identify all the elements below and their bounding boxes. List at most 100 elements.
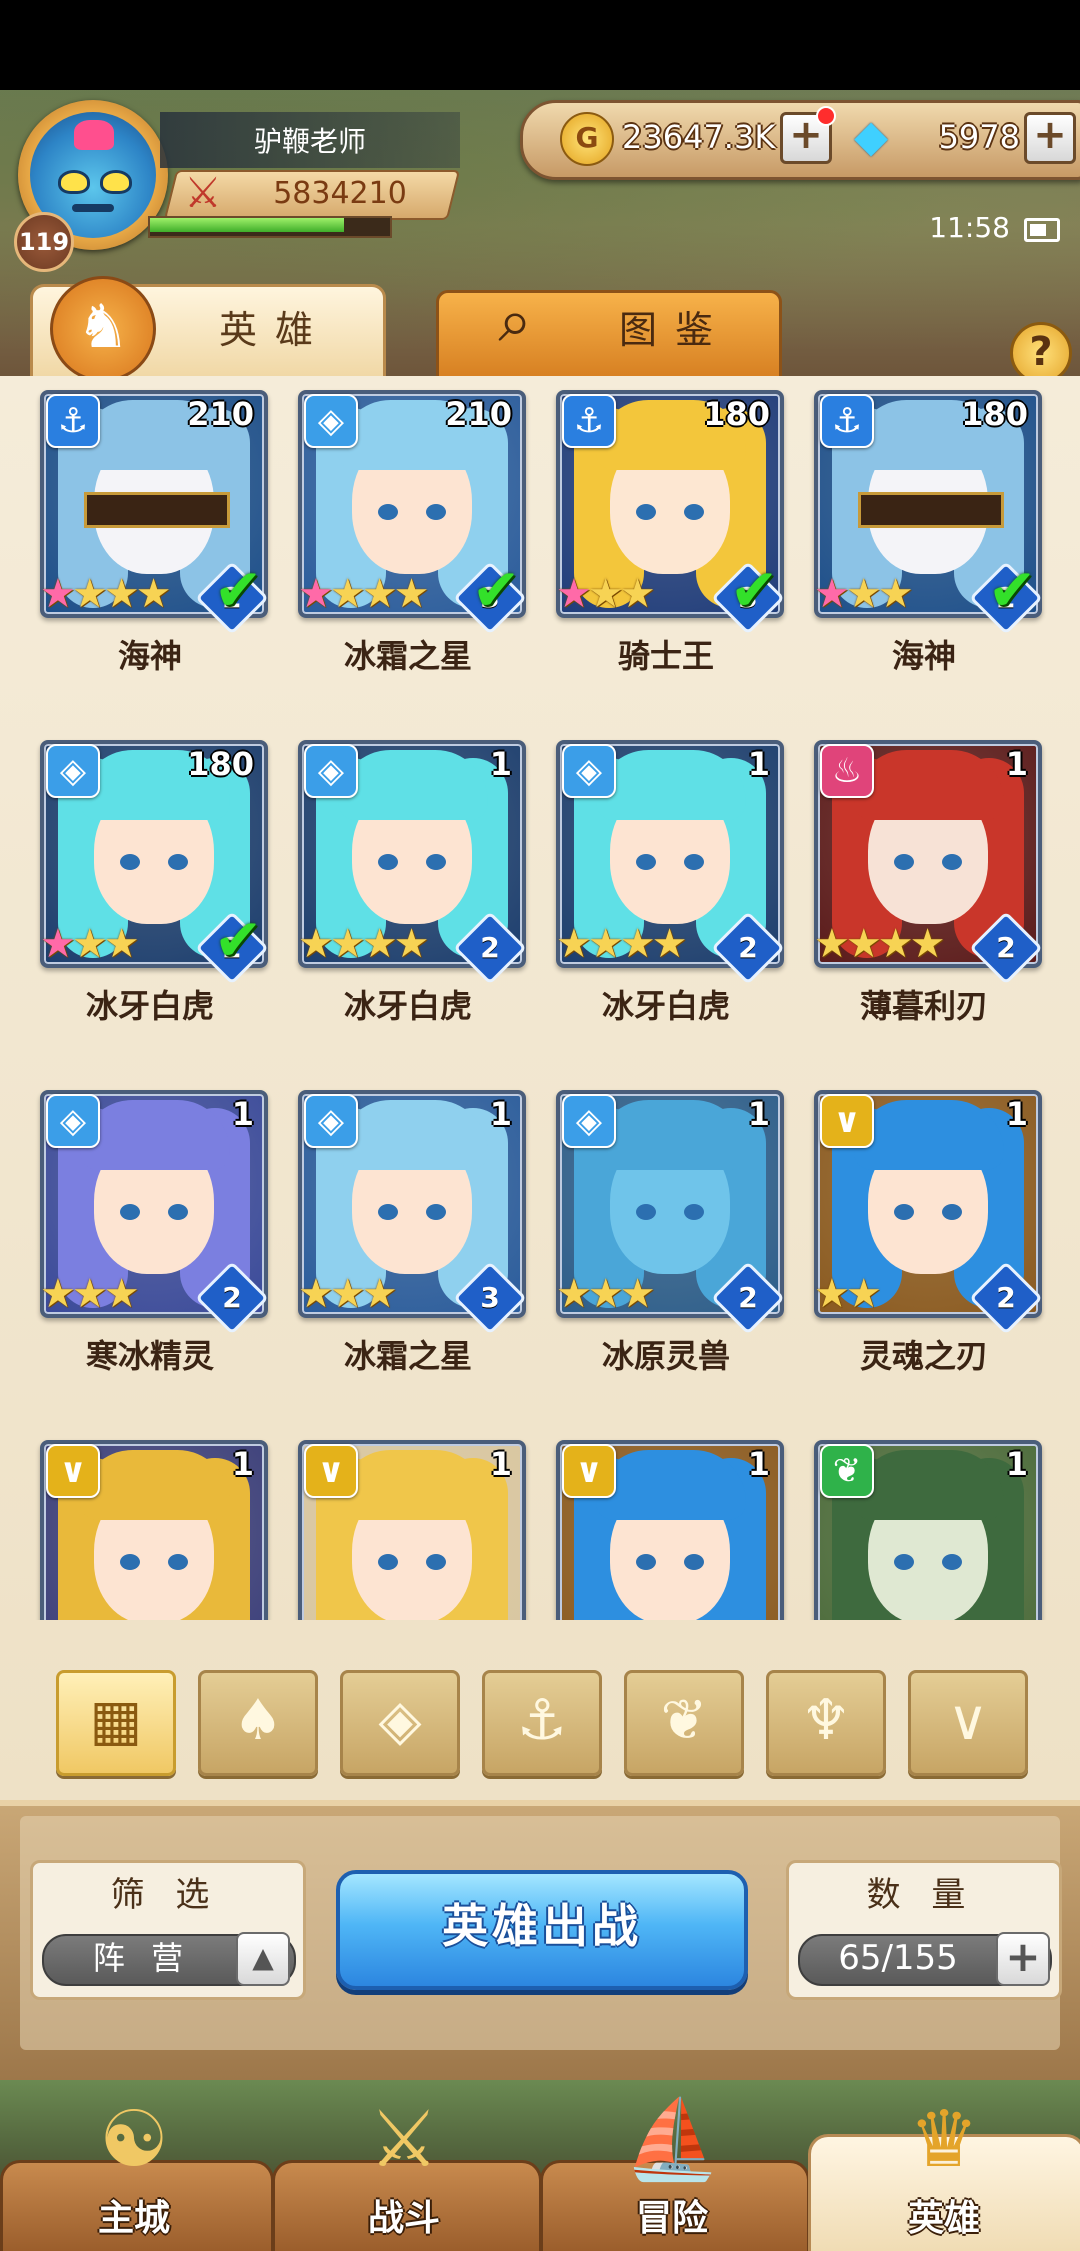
star-icon: ★ [40,571,76,617]
checkmark-icon: ✔ [213,906,263,974]
hero-card[interactable]: ◈ 1 ★★★ 2 寒冰精灵 [20,1080,280,1400]
star-icon: ★ [40,921,76,967]
hero-stars: ★★★ [814,571,914,617]
nav-adventure-label: 冒险 [635,2198,708,2239]
chevron-up-icon[interactable]: ▲ [236,1932,290,1986]
nav-heroes-label: 英雄 [907,2198,980,2239]
avatar-eye [100,170,132,194]
hero-stars: ★★★★ [556,921,687,967]
hero-eye [636,1204,656,1220]
hero-rank: 2 [996,1281,1016,1314]
star-icon: ★ [71,921,108,967]
hero-card[interactable]: ⚓ 210 ★★★★ 2 ✔ 海神 [20,380,280,700]
hero-card[interactable]: ◈ 1 ★★★★ 2 冰牙白虎 [278,730,538,1050]
hero-stars: ★★★★ [298,571,429,617]
star-icon: ★ [845,1271,882,1317]
gold-amount: 23647.3K [622,118,776,156]
hero-eye [378,1204,398,1220]
tab-heroes-label: 英雄 [218,308,331,352]
hero-card[interactable]: ∨ 1 [20,1430,280,1620]
ice-faction-icon: ◈ [304,394,358,448]
hero-level: 1 [489,745,512,783]
player-level-badge: 119 [14,212,74,272]
star-icon: ★ [298,921,334,967]
checkmark-icon: ✔ [729,556,779,624]
anchor-filter-icon[interactable]: ⚓ [482,1670,602,1776]
hero-eye [894,854,914,870]
clock: 11:58 [929,211,1010,244]
star-icon: ★ [587,921,624,967]
wing-filter-icon[interactable]: ∨ [908,1670,1028,1776]
hero-level: 1 [489,1095,512,1133]
all-filter-icon[interactable]: ▦ [56,1670,176,1776]
beast-filter-icon[interactable]: ❦ [624,1670,744,1776]
hero-card[interactable]: ❦ 1 [794,1430,1054,1620]
star-icon: ★ [619,1271,656,1317]
star-icon: ★ [361,571,398,617]
faction-filter-row: ▦ ♠ ◈ ⚓ ❦ ♆ ∨ [0,1636,1080,1796]
star-icon: ★ [329,571,366,617]
star-icon: ★ [71,571,108,617]
wing-faction-icon: ∨ [46,1444,100,1498]
hero-name: 冰霜之星 [343,1337,472,1375]
star-icon: ★ [845,571,882,617]
hero-name: 冰原灵兽 [601,1337,730,1375]
hero-card[interactable]: ∨ 1 [536,1430,796,1620]
hero-level: 1 [747,1445,770,1483]
star-icon: ★ [135,571,172,617]
hero-card[interactable]: ∨ 1 ★★ 2 灵魂之刃 [794,1080,1054,1400]
ice-filter-icon[interactable]: ◈ [340,1670,460,1776]
nav-main-city-icon: ☯ [99,2095,169,2185]
star-icon: ★ [361,921,398,967]
star-icon: ★ [71,1271,108,1317]
nav-battle-label: 战斗 [367,2198,440,2239]
filter-value[interactable]: 阵 营 [42,1934,242,1982]
hero-blindfold [84,492,230,528]
hero-eye [426,1204,446,1220]
expand-capacity-button[interactable]: + [996,1932,1050,1986]
star-icon: ★ [619,921,656,967]
help-button[interactable]: ? [1010,322,1072,384]
hero-grid[interactable]: ⚓ 210 ★★★★ 2 ✔ 海神 ◈ 210 ★★★★ 3 ✔ 冰霜之星 ⚓ 180 ★★★ 3 ✔ 骑士王 ⚓ 1… [0,380,1080,1620]
star-icon: ★ [298,571,334,617]
star-icon: ★ [814,921,850,967]
hero-stars: ★★★ [556,572,656,616]
hero-card[interactable]: ◈ 1 ★★★ 2 冰原灵兽 [536,1080,796,1400]
avatar-eye [58,170,90,194]
hero-card[interactable]: ◈ 180 ★★★ 2 ✔ 冰牙白虎 [20,730,280,1050]
hero-eye [426,854,446,870]
knight-helmet-icon: ♞ [50,276,156,382]
avatar-hair [74,120,114,150]
hero-card[interactable]: ⚓ 180 ★★★ 3 ✔ 骑士王 [536,380,796,700]
hero-level: 1 [747,1095,770,1133]
star-icon: ★ [329,1271,366,1317]
hero-name: 冰霜之星 [343,637,472,675]
hero-card[interactable]: ◈ 210 ★★★★ 3 ✔ 冰霜之星 [278,380,538,700]
demon-filter-icon[interactable]: ♆ [766,1670,886,1776]
ice-faction-icon: ◈ [46,1094,100,1148]
hero-eye [168,854,188,870]
nav-adventure-icon: ⛵ [623,2095,721,2185]
hero-eye [942,854,962,870]
hero-card[interactable]: ◈ 1 ★★★ 3 冰霜之星 [278,1080,538,1400]
hero-card[interactable]: ⚓ 180 ★★★ 2 ✔ 海神 [794,380,1054,700]
hero-eye [120,1554,140,1570]
ice-faction-icon: ◈ [562,744,616,798]
add-gems-button[interactable]: + [1024,112,1076,164]
star-icon: ★ [845,921,882,967]
hero-card[interactable]: ◈ 1 ★★★★ 2 冰牙白虎 [536,730,796,1050]
hero-card[interactable]: ∨ 1 [278,1430,538,1620]
hero-rank: 2 [738,931,758,964]
filter-title: 筛 选 [110,1875,220,1915]
hero-card[interactable]: ♨ 1 ★★★★ 2 薄暮利刃 [794,730,1054,1050]
star-icon: ★ [814,1271,850,1317]
ice-faction-icon: ◈ [562,1094,616,1148]
deploy-heroes-button[interactable]: 英雄出战 [336,1870,748,1990]
hero-level: 1 [489,1445,512,1483]
hero-stars: ★★★ [556,1271,656,1317]
player-name: 驴鞭老师 [160,112,460,168]
hero-level: 1 [747,745,770,783]
flame-filter-icon[interactable]: ♠ [198,1670,318,1776]
tab-atlas-label: 图鉴 [618,308,731,352]
hero-eye [168,1204,188,1220]
